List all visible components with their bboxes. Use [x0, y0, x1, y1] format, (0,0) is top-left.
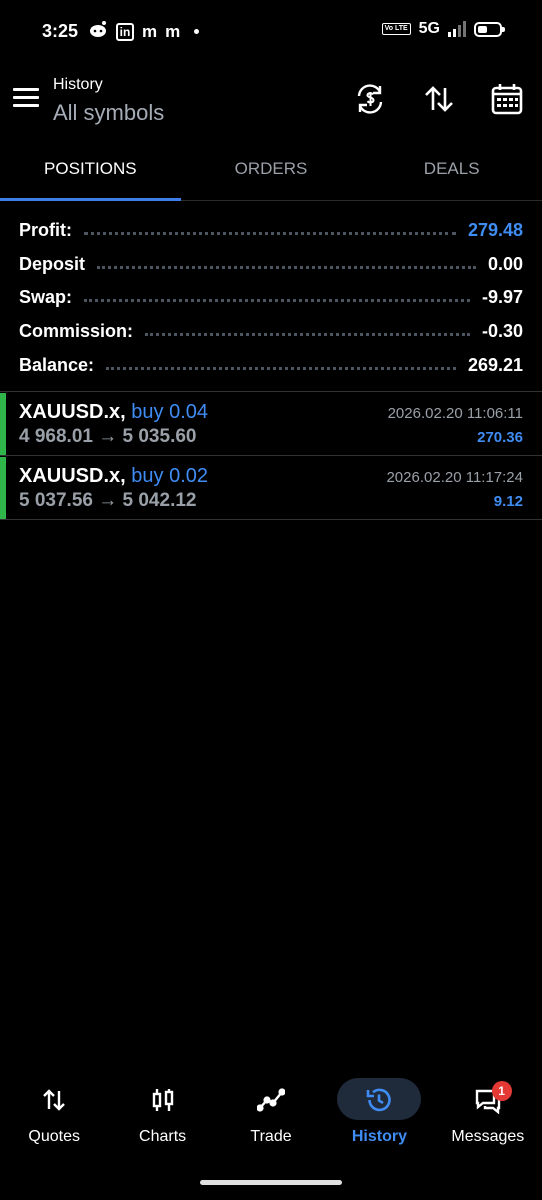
- summary-label: Profit:: [19, 220, 72, 241]
- nav-charts[interactable]: Charts: [108, 1072, 216, 1156]
- volte-icon: Vo LTE: [381, 23, 411, 35]
- position-time: 2026.02.20 11:06:11: [387, 405, 523, 422]
- calendar-icon[interactable]: [490, 82, 524, 116]
- reddit-icon: [88, 20, 108, 43]
- summary-label: Swap:: [19, 287, 73, 308]
- dot-leader: [145, 333, 470, 337]
- dot-leader: [97, 265, 476, 269]
- dot-leader: [84, 299, 470, 303]
- linkedin-icon: in: [116, 22, 134, 41]
- position-title: XAUUSD.x, buy 0.04: [19, 401, 208, 424]
- battery-level: [478, 25, 487, 33]
- position-row[interactable]: XAUUSD.x, buy 0.04 4 968.01 → 5 035.60 2…: [0, 391, 542, 455]
- history-tabs: POSITIONS ORDERS DEALS: [0, 146, 542, 201]
- buy-indicator: [0, 393, 6, 455]
- summary-label: Balance:: [19, 354, 95, 375]
- symbol-filter[interactable]: All symbols: [53, 100, 164, 126]
- network-type: 5G: [418, 20, 440, 37]
- tab-deals[interactable]: DEALS: [361, 146, 542, 200]
- app-bar: History All symbols: [0, 62, 542, 142]
- menu-icon[interactable]: [13, 88, 39, 108]
- m-icon: m: [165, 21, 181, 41]
- summary-label: Commission:: [19, 321, 134, 342]
- nav-history[interactable]: History: [325, 1072, 433, 1156]
- tab-positions[interactable]: POSITIONS: [0, 146, 181, 201]
- history-clock-icon: [365, 1086, 393, 1114]
- account-summary: Profit: 279.48 Deposit 0.00 Swap: -9.97 …: [19, 214, 523, 382]
- notification-icons: in m m: [88, 20, 200, 43]
- position-profit: 270.36: [477, 429, 523, 446]
- summary-profit: Profit: 279.48: [19, 214, 523, 248]
- dot-leader: [84, 232, 456, 236]
- summary-value: 0.00: [487, 253, 523, 274]
- summary-value: 279.48: [467, 220, 523, 241]
- position-prices: 4 968.01 → 5 035.60: [19, 426, 197, 447]
- bottom-navigation: Quotes Charts Trade History 1 Messages: [0, 1072, 542, 1156]
- position-row[interactable]: XAUUSD.x, buy 0.02 5 037.56 → 5 042.12 2…: [0, 455, 542, 520]
- m-icon: m: [142, 21, 158, 41]
- trend-line-icon: [256, 1086, 286, 1114]
- nav-label: Messages: [451, 1128, 525, 1145]
- status-time: 3:25: [42, 21, 79, 41]
- dot-leader: [106, 366, 456, 370]
- summary-swap: Swap: -9.97: [19, 281, 523, 315]
- summary-value: -9.97: [481, 287, 523, 308]
- nav-label: Trade: [250, 1128, 292, 1145]
- position-side: buy 0.04: [131, 401, 208, 423]
- buy-indicator: [0, 457, 6, 519]
- nav-label: Charts: [139, 1128, 187, 1145]
- signal-icon: [448, 21, 466, 37]
- summary-label: Deposit: [19, 253, 86, 274]
- currency-exchange-icon[interactable]: [353, 82, 387, 116]
- summary-commission: Commission: -0.30: [19, 315, 523, 349]
- battery-icon: [474, 21, 505, 37]
- unread-badge: 1: [491, 1081, 512, 1101]
- sort-arrows-icon: [40, 1086, 68, 1114]
- summary-deposit: Deposit 0.00: [19, 248, 523, 282]
- position-symbol: XAUUSD.x,: [19, 465, 126, 487]
- nav-quotes[interactable]: Quotes: [0, 1072, 108, 1156]
- position-title: XAUUSD.x, buy 0.02: [19, 465, 208, 488]
- position-time: 2026.02.20 11:17:24: [386, 469, 523, 486]
- sort-icon[interactable]: [422, 82, 456, 116]
- more-notifications-dot: [194, 29, 200, 34]
- nav-label: Quotes: [28, 1128, 80, 1145]
- positions-list: XAUUSD.x, buy 0.04 4 968.01 → 5 035.60 2…: [0, 391, 542, 520]
- tab-orders[interactable]: ORDERS: [181, 146, 362, 200]
- summary-value: -0.30: [481, 321, 523, 342]
- status-bar: 3:25 in m m Vo LTE 5G: [0, 0, 542, 62]
- candlestick-icon: [149, 1086, 177, 1114]
- system-icons: Vo LTE 5G: [381, 20, 505, 38]
- nav-messages[interactable]: 1 Messages: [434, 1072, 542, 1156]
- position-profit: 9.12: [493, 493, 523, 510]
- position-symbol: XAUUSD.x,: [19, 401, 126, 423]
- home-indicator[interactable]: [200, 1180, 342, 1185]
- nav-label: History: [351, 1128, 407, 1145]
- summary-balance: Balance: 269.21: [19, 348, 523, 382]
- position-prices: 5 037.56 → 5 042.12: [19, 490, 197, 511]
- nav-trade[interactable]: Trade: [217, 1072, 325, 1156]
- page-subtitle: History: [53, 76, 103, 93]
- position-side: buy 0.02: [131, 465, 208, 487]
- summary-value: 269.21: [467, 354, 523, 375]
